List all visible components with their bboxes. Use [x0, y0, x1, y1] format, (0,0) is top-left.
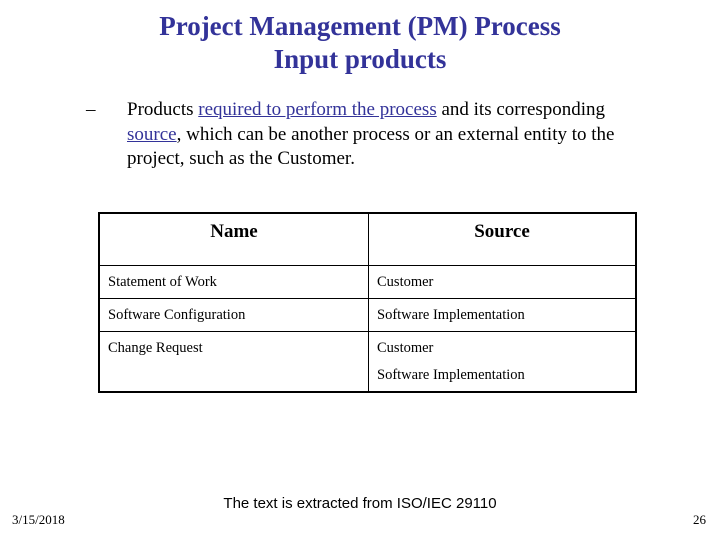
page-title-line-1: Project Management (PM) Process	[159, 11, 561, 41]
bullet-dash-marker: –	[86, 99, 96, 120]
cell-product-name: Change Request	[98, 331, 369, 393]
footer-page-number: 26	[693, 512, 706, 527]
paragraph-text-part-3: , which can be another process or an ext…	[127, 123, 615, 170]
input-products-table: Name Source Statement of Work Customer S…	[98, 212, 637, 393]
column-header-name: Name	[98, 212, 369, 266]
cell-product-name: Software Configuration	[98, 298, 369, 332]
table-header-row: Name Source	[98, 212, 637, 266]
slide-canvas: Project Management (PM) Process Input pr…	[0, 0, 720, 540]
table-body: Statement of Work Customer Software Conf…	[98, 265, 637, 393]
emphasis-required-to-perform-the-process: required to perform the process	[198, 99, 437, 120]
footer-source-note: The text is extracted from ISO/IEC 29110	[223, 495, 497, 512]
footer-date: 3/15/2018	[12, 512, 65, 527]
cell-product-name: Statement of Work	[98, 265, 369, 299]
table-row: Change Request Customer Software Impleme…	[98, 331, 637, 393]
bullet-item: – Products required to perform the proce…	[86, 98, 646, 172]
source-line: Customer	[377, 340, 434, 356]
paragraph-text-part-1: Products	[127, 99, 199, 120]
bullet-paragraph: Products required to perform the process…	[127, 98, 646, 172]
table-header: Name Source	[98, 212, 637, 266]
table-row: Statement of Work Customer	[98, 265, 637, 299]
source-line: Software Implementation	[377, 307, 525, 323]
page-title: Project Management (PM) Process Input pr…	[60, 10, 660, 76]
table-row: Software Configuration Software Implemen…	[98, 298, 637, 332]
page-title-line-2: Input products	[273, 44, 447, 74]
cell-product-source: Customer	[368, 265, 637, 299]
cell-product-source: Customer Software Implementation	[368, 331, 637, 393]
source-line: Software Implementation	[377, 367, 525, 383]
source-line: Customer	[377, 274, 434, 290]
paragraph-text-part-2: and its corresponding	[436, 99, 606, 120]
column-header-source: Source	[368, 212, 637, 266]
cell-product-source: Software Implementation	[368, 298, 637, 332]
emphasis-source: source	[127, 123, 177, 145]
